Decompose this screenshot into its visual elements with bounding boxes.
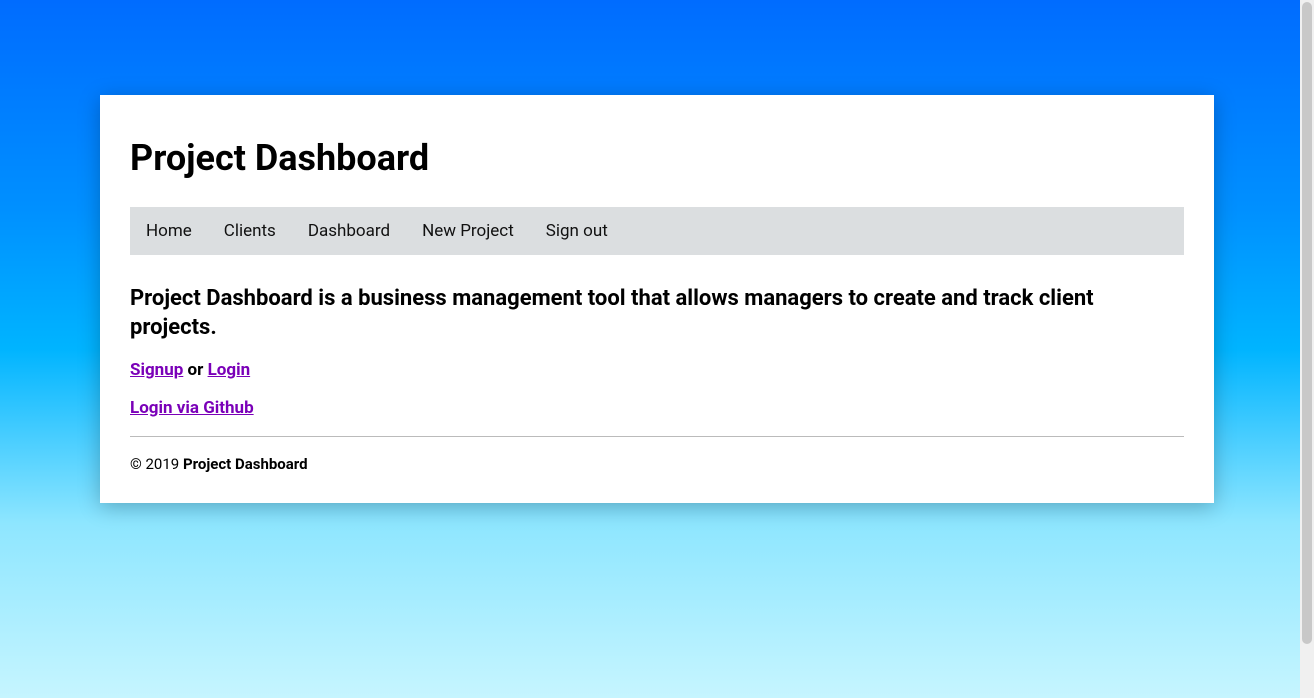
footer-brand: Project Dashboard: [183, 455, 308, 473]
scrollbar-thumb[interactable]: [1302, 2, 1312, 644]
auth-links-line: Signup or Login: [130, 360, 1184, 380]
github-login-link[interactable]: Login via Github: [130, 398, 254, 418]
footer-divider: [130, 436, 1184, 437]
github-login-line: Login via Github: [130, 398, 1184, 418]
page-title: Project Dashboard: [130, 137, 1184, 179]
main-nav: Home Clients Dashboard New Project Sign …: [130, 207, 1184, 255]
or-text: or: [183, 360, 207, 380]
nav-clients[interactable]: Clients: [208, 207, 292, 255]
nav-new-project[interactable]: New Project: [406, 207, 530, 255]
nav-home[interactable]: Home: [130, 207, 208, 255]
signup-link[interactable]: Signup: [130, 360, 183, 380]
content-card: Project Dashboard Home Clients Dashboard…: [100, 95, 1214, 503]
footer: © 2019 Project Dashboard: [130, 455, 1184, 473]
scrollbar[interactable]: [1300, 0, 1314, 698]
login-link[interactable]: Login: [208, 360, 251, 380]
nav-dashboard[interactable]: Dashboard: [292, 207, 406, 255]
copyright-text: © 2019: [130, 455, 183, 473]
nav-sign-out[interactable]: Sign out: [530, 207, 624, 255]
app-description: Project Dashboard is a business manageme…: [130, 285, 1184, 342]
